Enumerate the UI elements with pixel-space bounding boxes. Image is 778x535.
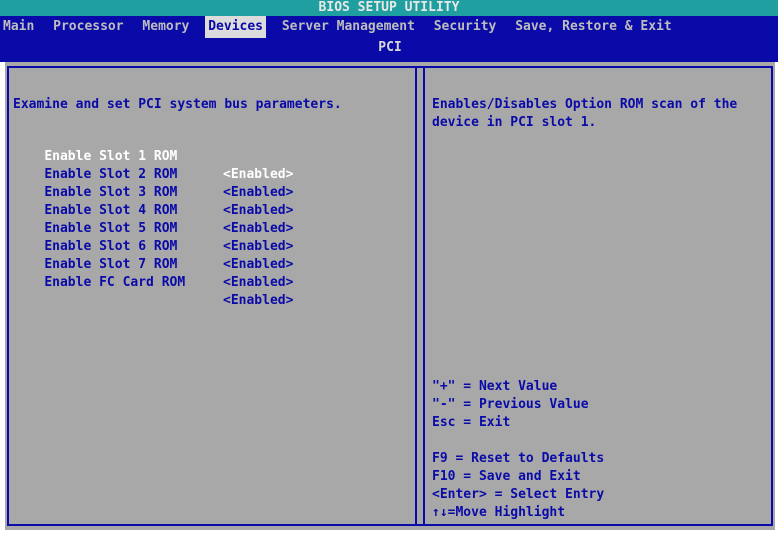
menu-save-restore-exit[interactable]: Save, Restore & Exit [512, 16, 675, 38]
menu-processor[interactable]: Processor [50, 16, 126, 38]
setting-value[interactable]: <Enabled> [223, 292, 293, 310]
main-panel: Examine and set PCI system bus parameter… [5, 62, 775, 530]
key-hint-save-exit: F10 = Save and Exit [432, 469, 581, 484]
menu-security[interactable]: Security [431, 16, 500, 38]
setting-value[interactable]: <Enabled> [223, 274, 293, 292]
menu-main[interactable]: Main [0, 16, 37, 38]
setting-value[interactable]: <Enabled> [223, 220, 293, 238]
setting-value[interactable]: <Enabled> [223, 256, 293, 274]
setting-value[interactable]: <Enabled> [223, 166, 293, 184]
setting-value[interactable]: <Enabled> [223, 202, 293, 220]
menu-server-management[interactable]: Server Management [279, 16, 418, 38]
setting-value[interactable]: <Enabled> [223, 184, 293, 202]
frame-bottom [7, 524, 773, 526]
key-hint-select-entry: <Enter> = Select Entry [432, 487, 605, 502]
key-hint-move-highlight: ↑↓=Move Highlight [432, 505, 566, 520]
key-hint-previous-value: "-" = Previous Value [432, 397, 589, 412]
frame-right [771, 66, 773, 526]
submenu-title: PCI [378, 40, 402, 55]
help-text-line: device in PCI slot 1. [432, 115, 597, 130]
key-hint-reset: F9 = Reset to Defaults [432, 451, 605, 466]
menu-memory[interactable]: Memory [139, 16, 192, 38]
key-hint-next-value: "+" = Next Value [432, 379, 558, 394]
setting-row-fc-card[interactable]: Enable FC Card ROM <Enabled> [13, 256, 293, 328]
menu-items: Main Processor Memory Devices Server Man… [0, 16, 680, 38]
setting-label: Enable FC Card ROM [44, 275, 186, 290]
menu-devices[interactable]: Devices [205, 16, 267, 38]
bios-title-bar: BIOS SETUP UTILITY [0, 0, 778, 16]
page-description: Examine and set PCI system bus parameter… [13, 97, 342, 112]
menu-bar: Main Processor Memory Devices Server Man… [0, 16, 778, 62]
frame-divider-1 [415, 66, 417, 526]
help-text-line: Enables/Disables Option ROM scan of the [432, 97, 738, 112]
frame-left [7, 66, 9, 526]
key-hint-exit: Esc = Exit [432, 415, 511, 430]
bios-title: BIOS SETUP UTILITY [318, 0, 460, 15]
frame-divider-2 [423, 66, 425, 526]
setting-value[interactable]: <Enabled> [223, 238, 293, 256]
frame-top [7, 66, 773, 68]
